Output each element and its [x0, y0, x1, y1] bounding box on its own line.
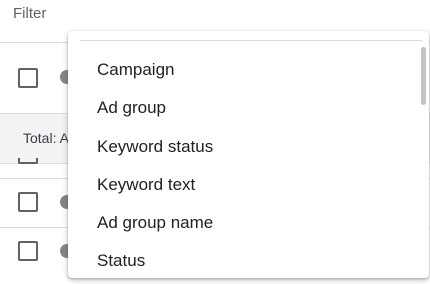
partial-checkbox[interactable]	[18, 158, 38, 164]
menu-item-keyword-text[interactable]: Keyword text	[68, 166, 429, 204]
filter-label[interactable]: Filter	[13, 5, 46, 22]
menu-scrollbar[interactable]	[421, 47, 426, 105]
row-checkbox[interactable]	[18, 192, 38, 212]
menu-item-keyword-status[interactable]: Keyword status	[68, 128, 429, 166]
column-dropdown-menu[interactable]: Campaign Ad group Keyword status Keyword…	[68, 31, 429, 278]
row-checkbox[interactable]	[18, 241, 38, 261]
menu-item-status[interactable]: Status	[68, 242, 429, 278]
menu-list: Campaign Ad group Keyword status Keyword…	[68, 51, 429, 278]
total-label: Total: A	[23, 130, 69, 146]
menu-item-campaign[interactable]: Campaign	[68, 51, 429, 89]
menu-item-ad-group-name[interactable]: Ad group name	[68, 204, 429, 242]
row-checkbox[interactable]	[18, 68, 38, 88]
menu-item-ad-group[interactable]: Ad group	[68, 89, 429, 127]
menu-top-divider	[80, 40, 423, 41]
keyword-table-view: Filter Total: A Campaign Ad group Keywor…	[0, 0, 430, 284]
